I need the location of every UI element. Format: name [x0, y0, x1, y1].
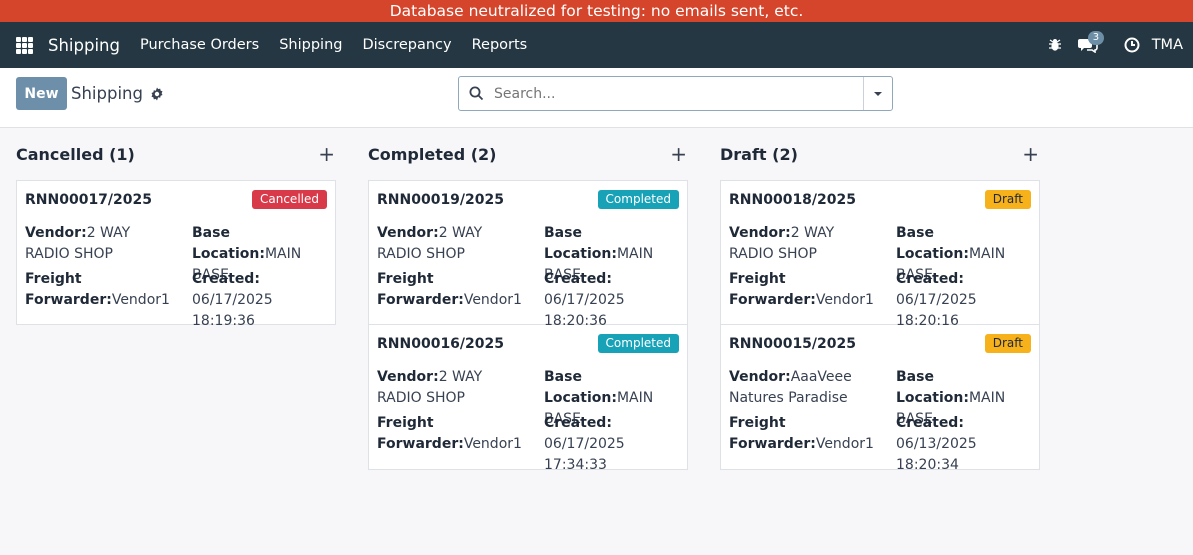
apps-menu-icon[interactable]: [16, 36, 33, 54]
created-field: Created: 06/17/2025 18:19:36: [192, 271, 273, 329]
kanban-card[interactable]: RNN00018/2025 Draft Vendor:2 WAY RADIO S…: [720, 180, 1040, 329]
vendor-field: Vendor:2 WAY RADIO SHOP: [729, 225, 835, 262]
freight-forwarder-field: Freight Forwarder:Vendor1: [377, 415, 522, 452]
freight-forwarder-field: Freight Forwarder:Vendor1: [729, 415, 874, 452]
created-field: Created: 06/17/2025 18:20:36: [544, 271, 625, 329]
status-badge: Draft: [984, 334, 1031, 353]
vendor-field: Vendor:2 WAY RADIO SHOP: [25, 225, 131, 262]
kanban-column-cancelled: Cancelled (1) + RNN00017/2025 Cancelled …: [16, 128, 336, 329]
kanban-card[interactable]: RNN00015/2025 Draft Vendor:AaaVeee Natur…: [720, 325, 1040, 473]
card-reference: RNN00015/2025: [729, 336, 856, 352]
created-field: Created: 06/17/2025 18:20:16: [896, 271, 977, 329]
systray: 3 TMA: [1034, 31, 1193, 53]
breadcrumb-current: Shipping: [71, 84, 143, 103]
messages-chat-icon[interactable]: 3: [1077, 31, 1105, 53]
column-title[interactable]: Completed (2): [368, 145, 496, 164]
vendor-field: Vendor:2 WAY RADIO SHOP: [377, 369, 483, 406]
vendor-field: Vendor:2 WAY RADIO SHOP: [377, 225, 483, 262]
search-icon: [469, 86, 484, 101]
message-count-badge: 3: [1087, 31, 1105, 45]
search-bar: [458, 76, 893, 111]
neutralized-banner: Database neutralized for testing: no ema…: [0, 0, 1193, 22]
kanban-card[interactable]: RNN00019/2025 Completed Vendor:2 WAY RAD…: [368, 180, 688, 329]
debug-bug-icon[interactable]: [1048, 38, 1062, 52]
kanban-column-completed: Completed (2) + RNN00019/2025 Completed …: [368, 128, 688, 473]
kanban-column-draft: Draft (2) + RNN00018/2025 Draft Vendor:2…: [720, 128, 1040, 473]
add-record-plus-icon[interactable]: +: [670, 144, 687, 164]
control-panel: New Shipping: [0, 68, 1193, 128]
banner-text: Database neutralized for testing: no ema…: [389, 2, 804, 20]
column-title[interactable]: Cancelled (1): [16, 145, 135, 164]
status-badge: Completed: [597, 334, 679, 353]
new-button[interactable]: New: [16, 77, 67, 110]
menu-purchase-orders[interactable]: Purchase Orders: [140, 37, 259, 53]
menu-reports[interactable]: Reports: [472, 37, 528, 53]
gear-icon[interactable]: [150, 87, 164, 101]
user-menu[interactable]: TMA: [1152, 37, 1183, 53]
card-reference: RNN00016/2025: [377, 336, 504, 352]
breadcrumb: Shipping: [71, 84, 164, 103]
status-badge: Completed: [597, 190, 679, 209]
card-reference: RNN00018/2025: [729, 192, 856, 208]
vendor-field: Vendor:AaaVeee Natures Paradise: [729, 369, 852, 406]
add-record-plus-icon[interactable]: +: [318, 144, 335, 164]
menu-discrepancy[interactable]: Discrepancy: [362, 37, 451, 53]
column-header: Draft (2) +: [720, 128, 1040, 180]
freight-forwarder-field: Freight Forwarder:Vendor1: [377, 271, 522, 308]
freight-forwarder-field: Freight Forwarder:Vendor1: [25, 271, 170, 308]
kanban-card[interactable]: RNN00017/2025 Cancelled Vendor:2 WAY RAD…: [16, 180, 336, 329]
created-field: Created: 06/13/2025 18:20:34: [896, 415, 977, 473]
top-navbar: Shipping Purchase Orders Shipping Discre…: [0, 22, 1193, 68]
status-badge: Draft: [984, 190, 1031, 209]
status-badge: Cancelled: [252, 190, 327, 209]
activity-clock-icon[interactable]: [1124, 37, 1140, 53]
app-brand[interactable]: Shipping: [48, 36, 120, 55]
card-reference: RNN00019/2025: [377, 192, 504, 208]
column-header: Cancelled (1) +: [16, 128, 336, 180]
card-reference: RNN00017/2025: [25, 192, 152, 208]
menu-shipping[interactable]: Shipping: [279, 37, 342, 53]
search-input[interactable]: [494, 85, 854, 102]
column-header: Completed (2) +: [368, 128, 688, 180]
kanban-card[interactable]: RNN00016/2025 Completed Vendor:2 WAY RAD…: [368, 325, 688, 473]
created-field: Created: 06/17/2025 17:34:33: [544, 415, 625, 473]
search-options-toggle[interactable]: [863, 77, 892, 110]
freight-forwarder-field: Freight Forwarder:Vendor1: [729, 271, 874, 308]
add-record-plus-icon[interactable]: +: [1022, 144, 1039, 164]
column-title[interactable]: Draft (2): [720, 145, 798, 164]
caret-down-icon: [874, 91, 882, 96]
